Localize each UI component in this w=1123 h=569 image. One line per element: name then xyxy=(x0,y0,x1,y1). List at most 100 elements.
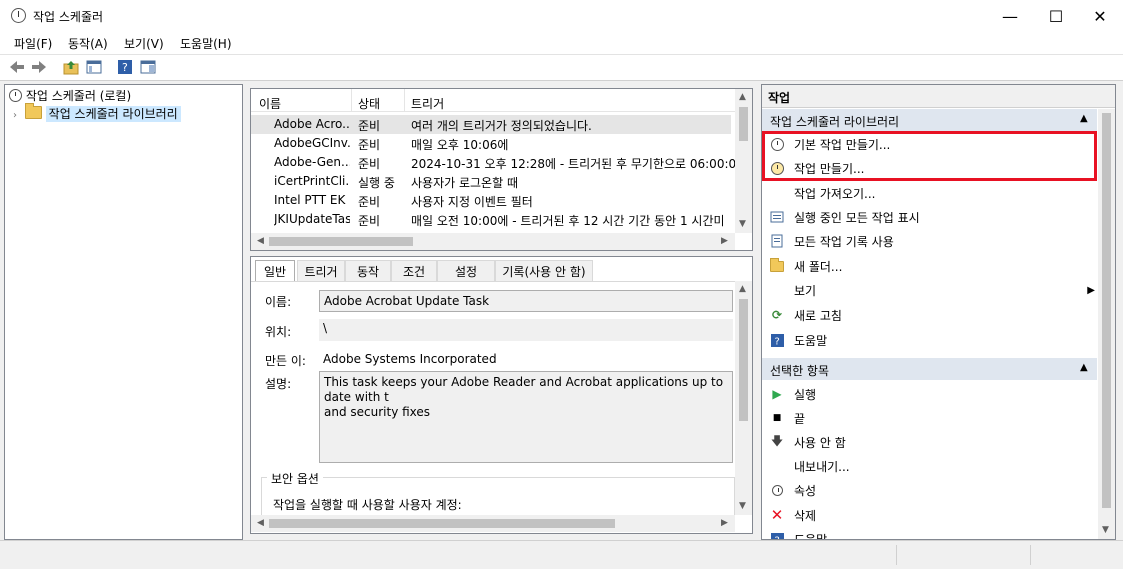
help-icon[interactable]: ? xyxy=(116,58,134,76)
action-label: 끝 xyxy=(794,411,806,426)
svg-text:?: ? xyxy=(774,336,779,347)
show-hide-tree-icon[interactable] xyxy=(85,58,103,76)
table-row[interactable]: Adobe Acro... 준비 여러 개의 트리거가 정의되었습니다. xyxy=(251,115,731,134)
forward-icon[interactable] xyxy=(30,58,48,76)
action-delete[interactable]: ✕ 삭제 xyxy=(770,503,816,527)
tree-library[interactable]: › 작업 스케줄러 라이브러리 xyxy=(13,103,181,122)
hscroll-thumb[interactable] xyxy=(269,519,615,528)
action-disable[interactable]: 🡇 사용 안 함 xyxy=(770,430,846,454)
vscroll-thumb[interactable] xyxy=(1102,113,1111,508)
name-field[interactable]: Adobe Acrobat Update Task xyxy=(319,290,733,312)
action-enable-history[interactable]: 모든 작업 기록 사용 xyxy=(770,229,894,253)
action-label: 도움말 xyxy=(794,333,828,348)
collapse-up-icon[interactable]: ▲ xyxy=(1080,362,1088,373)
actions-vscrollbar[interactable]: ▼ xyxy=(1098,109,1115,539)
refresh-icon: ⟳ xyxy=(771,308,783,322)
table-row[interactable]: Adobe-Gen... 준비 2024-10-31 오후 12:28에 - 트… xyxy=(251,153,735,172)
task-list-hscrollbar[interactable]: ◀ ▶ xyxy=(251,233,735,250)
menu-bar: 파일(F) 동작(A) 보기(V) 도움말(H) xyxy=(0,32,1123,55)
menu-file[interactable]: 파일(F) xyxy=(14,35,52,52)
hscroll-thumb[interactable] xyxy=(269,237,413,246)
task-status: 준비 xyxy=(358,214,381,228)
back-icon[interactable] xyxy=(8,58,26,76)
minimize-button[interactable]: — xyxy=(987,0,1033,32)
location-field[interactable]: \ xyxy=(319,319,733,341)
tab-triggers[interactable]: 트리거 xyxy=(297,260,345,281)
scroll-down-icon[interactable]: ▼ xyxy=(739,219,746,229)
up-folder-icon[interactable] xyxy=(62,58,80,76)
tab-history[interactable]: 기록(사용 안 함) xyxy=(495,260,593,281)
tab-settings[interactable]: 설정 xyxy=(437,260,495,281)
scroll-right-icon[interactable]: ▶ xyxy=(721,518,728,528)
action-properties[interactable]: 속성 xyxy=(770,478,816,502)
action-refresh[interactable]: ⟳ 새로 고침 xyxy=(770,303,842,327)
column-divider[interactable] xyxy=(404,89,405,111)
action-new-folder[interactable]: 새 폴더... xyxy=(770,254,842,278)
tab-actions[interactable]: 동작 xyxy=(345,260,391,281)
detail-vscrollbar[interactable]: ▲ ▼ xyxy=(735,281,752,515)
column-divider[interactable] xyxy=(351,89,352,111)
action-run[interactable]: ▶ 실행 xyxy=(770,382,816,406)
clock-icon xyxy=(9,89,22,102)
action-label: 내보내기... xyxy=(794,459,850,474)
table-row[interactable]: Intel PTT EK ... 준비 사용자 지정 이벤트 필터 xyxy=(251,191,731,210)
menu-help[interactable]: 도움말(H) xyxy=(180,35,232,52)
menu-view[interactable]: 보기(V) xyxy=(124,35,164,52)
scroll-up-icon[interactable]: ▲ xyxy=(739,284,746,294)
section-library-header[interactable]: 작업 스케줄러 라이브러리 ▲ xyxy=(762,109,1097,131)
status-divider xyxy=(896,545,897,565)
maximize-button[interactable]: ☐ xyxy=(1033,0,1079,32)
task-rows: Adobe Acro... 준비 여러 개의 트리거가 정의되었습니다. Ado… xyxy=(251,115,735,229)
tab-general[interactable]: 일반 xyxy=(255,260,295,281)
table-row[interactable]: AdobeGCInv... 준비 매일 오후 10:06에 xyxy=(251,134,731,153)
task-name: AdobeGCInv... xyxy=(274,136,350,150)
help-icon: ? xyxy=(770,532,784,539)
task-trigger: 매일 오후 10:06에 xyxy=(411,138,509,152)
svg-text:?: ? xyxy=(122,61,128,74)
action-label: 모든 작업 기록 사용 xyxy=(794,234,894,249)
vscroll-thumb[interactable] xyxy=(739,299,748,421)
action-pane-icon[interactable] xyxy=(139,58,157,76)
column-status[interactable]: 상태 xyxy=(358,95,380,112)
folder-clock-icon xyxy=(24,103,42,119)
tab-conditions[interactable]: 조건 xyxy=(391,260,437,281)
description-field[interactable]: This task keeps your Adobe Reader and Ac… xyxy=(319,371,733,463)
action-view[interactable]: 보기 ▶ xyxy=(770,278,1095,302)
action-import-task[interactable]: 작업 가져오기... xyxy=(770,181,876,205)
clock-icon xyxy=(11,8,26,23)
close-button[interactable]: ✕ xyxy=(1077,0,1123,32)
end-icon: ■ xyxy=(772,413,782,423)
scroll-down-icon[interactable]: ▼ xyxy=(1102,525,1109,535)
table-row[interactable]: JKIUpdateTask 준비 매일 오전 10:00에 - 트리거된 후 1… xyxy=(251,210,731,229)
chevron-right-icon[interactable]: › xyxy=(13,110,17,121)
run-as-label: 작업을 실행할 때 사용할 사용자 계정: xyxy=(273,498,462,512)
task-list-vscrollbar[interactable]: ▲ ▼ xyxy=(735,89,752,233)
table-row[interactable]: iCertPrintCli... 실행 중 사용자가 로그온할 때 xyxy=(251,172,731,191)
tree-root[interactable]: 작업 스케줄러 (로컬) xyxy=(9,87,131,104)
menu-action[interactable]: 동작(A) xyxy=(68,35,108,52)
action-help-selected[interactable]: ? 도움말 xyxy=(770,527,827,539)
detail-hscrollbar[interactable]: ◀ ▶ xyxy=(251,515,735,532)
scroll-up-icon[interactable]: ▲ xyxy=(739,92,746,102)
action-label: 삭제 xyxy=(794,508,817,523)
action-end[interactable]: ■ 끝 xyxy=(770,406,805,430)
status-bar xyxy=(0,540,1123,569)
action-export[interactable]: 내보내기... xyxy=(770,454,850,478)
column-name[interactable]: 이름 xyxy=(259,95,281,112)
task-status: 준비 xyxy=(358,119,381,133)
scroll-right-icon[interactable]: ▶ xyxy=(721,236,728,246)
action-help[interactable]: ? 도움말 xyxy=(770,328,827,352)
tree-library-label: 작업 스케줄러 라이브러리 xyxy=(45,106,181,122)
scroll-down-icon[interactable]: ▼ xyxy=(739,501,746,511)
task-trigger: 매일 오전 10:00에 - 트리거된 후 12 시간 기간 동안 1 시간미 xyxy=(411,214,725,228)
scroll-left-icon[interactable]: ◀ xyxy=(257,236,264,246)
column-trigger[interactable]: 트리거 xyxy=(411,95,444,112)
collapse-up-icon[interactable]: ▲ xyxy=(1080,113,1088,124)
action-running-tasks[interactable]: 실행 중인 모든 작업 표시 xyxy=(770,205,920,229)
section-selected-header[interactable]: 선택한 항목 ▲ xyxy=(762,358,1097,380)
task-trigger: 여러 개의 트리거가 정의되었습니다. xyxy=(411,119,592,133)
author-label: 만든 이: xyxy=(265,354,306,368)
scroll-left-icon[interactable]: ◀ xyxy=(257,518,264,528)
task-trigger: 2024-10-31 오후 12:28에 - 트리거된 후 무기한으로 06:0… xyxy=(411,157,735,171)
vscroll-thumb[interactable] xyxy=(739,107,748,141)
